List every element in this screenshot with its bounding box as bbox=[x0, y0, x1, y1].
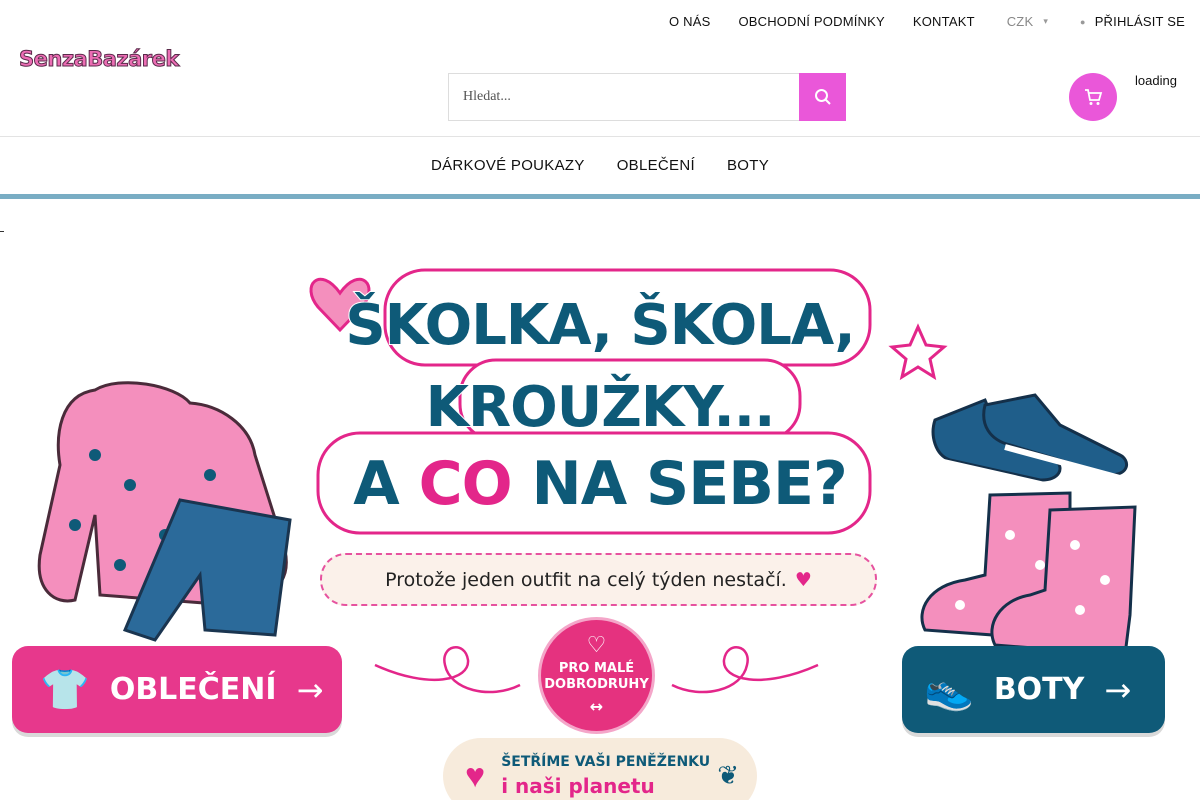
tagline: Protože jeden outfit na celý týden nesta… bbox=[320, 553, 877, 606]
nav-item-shoes[interactable]: BOTY bbox=[727, 157, 769, 174]
clothes-cta-label: OBLEČENÍ bbox=[109, 672, 277, 707]
clothes-cta-button[interactable]: 👕 OBLEČENÍ → bbox=[12, 646, 342, 733]
headline-part-c: NA SEBE? bbox=[511, 448, 848, 520]
rainboots-illustration bbox=[920, 491, 1137, 657]
main-navigation: DÁRKOVÉ POUKAZY OBLEČENÍ BOTY bbox=[0, 137, 1200, 194]
shoes-cta-label: BOTY bbox=[993, 672, 1085, 707]
headline-part-co: CO bbox=[418, 448, 514, 520]
user-icon: ● bbox=[1080, 16, 1086, 27]
link-contact[interactable]: KONTAKT bbox=[913, 14, 975, 29]
divider-mark bbox=[0, 231, 4, 232]
arrow-right-icon: → bbox=[1104, 670, 1132, 709]
cart-status: loading bbox=[1135, 73, 1177, 88]
right-swirl-arrow bbox=[671, 646, 819, 694]
heart-icon: ♡ bbox=[586, 633, 607, 659]
search-bar bbox=[448, 73, 846, 121]
chevron-down-icon: ▾ bbox=[1043, 16, 1049, 26]
cart-button[interactable] bbox=[1069, 73, 1117, 121]
hero-banner[interactable]: ŠKOLKA, ŠKOLA, KROUŽKY... A CO NA SEBE? … bbox=[0, 235, 1200, 800]
top-links: O NÁS OBCHODNÍ PODMÍNKY KONTAKT CZK ▾ ● … bbox=[669, 14, 1185, 29]
currency-label: CZK bbox=[1006, 14, 1034, 29]
sneakers-illustration bbox=[931, 393, 1128, 488]
headline-line-2: KROUŽKY... bbox=[425, 374, 777, 441]
heart-icon: ♥ bbox=[465, 756, 486, 795]
search-input[interactable] bbox=[448, 73, 799, 121]
logo-text: SenzaBazárek bbox=[19, 47, 180, 72]
badge-line-2: DOBRODRUHY bbox=[544, 676, 649, 692]
link-terms[interactable]: OBCHODNÍ PODMÍNKY bbox=[738, 14, 884, 29]
saving-badge: ♥ ŠETŘÍME VAŠI PENĚŽENKU i naši planetu … bbox=[443, 738, 757, 800]
saving-text: ŠETŘÍME VAŠI PENĚŽENKU i naši planetu bbox=[501, 754, 710, 798]
heart-icon: ♥ bbox=[794, 568, 812, 591]
tshirt-icon: 👕 bbox=[40, 667, 90, 713]
adventurers-badge: ♡ PRO MALÉ DOBRODRUHY ↔ bbox=[538, 617, 655, 734]
nav-item-gift-vouchers[interactable]: DÁRKOVÉ POUKAZY bbox=[431, 157, 585, 174]
site-logo[interactable]: SenzaBazárek bbox=[19, 44, 180, 74]
search-button[interactable] bbox=[799, 73, 846, 121]
arrow-right-icon: → bbox=[296, 670, 324, 709]
login-link[interactable]: ● PŘIHLÁSIT SE bbox=[1080, 14, 1185, 29]
tagline-text: Protože jeden outfit na celý týden nesta… bbox=[385, 568, 787, 591]
left-swirl-arrow bbox=[374, 646, 521, 694]
nav-item-clothes[interactable]: OBLEČENÍ bbox=[617, 157, 695, 174]
currency-selector[interactable]: CZK ▾ bbox=[1007, 14, 1048, 29]
headline-line-3: A CO NA SEBE? bbox=[300, 448, 900, 520]
sneaker-icon: 👟 bbox=[924, 667, 974, 713]
shoes-cta-button[interactable]: 👟 BOTY → bbox=[902, 646, 1165, 733]
badge-line-1: PRO MALÉ bbox=[558, 661, 635, 677]
login-label: PŘIHLÁSIT SE bbox=[1094, 14, 1185, 29]
headline-part-a: A bbox=[352, 448, 419, 520]
leaf-icon: ❦ bbox=[717, 760, 739, 790]
headline-line-1: ŠKOLKA, ŠKOLA, bbox=[344, 292, 856, 359]
saving-line-2: i naši planetu bbox=[501, 774, 655, 798]
arrow-heart-icon: ↔ bbox=[589, 696, 604, 716]
cart-icon bbox=[1085, 89, 1103, 105]
saving-line-1: ŠETŘÍME VAŠI PENĚŽENKU bbox=[501, 754, 711, 770]
link-about[interactable]: O NÁS bbox=[669, 14, 710, 29]
nav-accent-bar bbox=[0, 194, 1200, 199]
top-utility-bar: O NÁS OBCHODNÍ PODMÍNKY KONTAKT CZK ▾ ● … bbox=[0, 0, 1200, 44]
search-icon bbox=[814, 89, 831, 105]
